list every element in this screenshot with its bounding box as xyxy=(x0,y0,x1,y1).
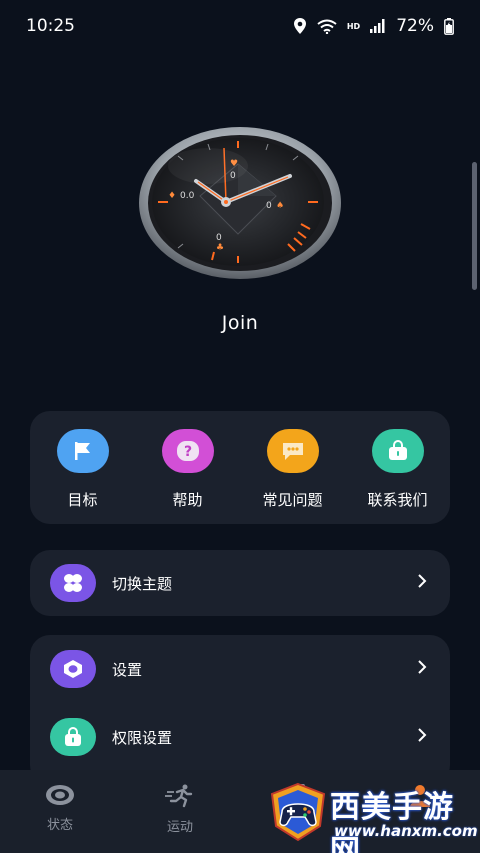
quick-action-help[interactable]: ? 帮助 xyxy=(135,411,240,524)
run-icon xyxy=(165,784,195,812)
quick-action-label: 常见问题 xyxy=(262,491,323,509)
watch-readout-cal: 0 xyxy=(266,201,272,211)
chat-icon xyxy=(266,429,319,473)
quick-action-label: 联系我们 xyxy=(367,491,428,509)
watch-face[interactable]: ♥ 0 ♦ 0.0 0 ♠ 0 ♣ xyxy=(138,126,342,280)
watch-readout-steps: 0 xyxy=(216,233,222,243)
theme-label: 切换主题 xyxy=(112,574,173,593)
network-type: HD xyxy=(346,21,361,31)
svg-text:?: ? xyxy=(183,444,191,460)
status-icon xyxy=(44,784,76,810)
svg-text:♠: ♠ xyxy=(276,201,284,211)
device-name: Join xyxy=(221,312,259,334)
quick-action-goal[interactable]: 目标 xyxy=(30,411,135,524)
status-bar: 10:25 HD 72% xyxy=(0,0,480,52)
nav-label: 运动 xyxy=(166,820,193,835)
battery-percent: 72% xyxy=(396,16,434,36)
permissions-row[interactable]: 权限设置 xyxy=(30,703,450,771)
scrollbar[interactable] xyxy=(472,162,477,290)
watermark-title: 西美手游网 xyxy=(330,790,454,853)
settings-label: 设置 xyxy=(112,660,143,679)
watch-readout-distance: 0.0 xyxy=(180,191,195,201)
theme-card: 切换主题 xyxy=(30,550,450,616)
signal-icon xyxy=(370,19,386,33)
chevron-right-icon xyxy=(416,659,428,679)
watermark: 西美手游网 www.hanxm.com xyxy=(268,776,480,853)
status-icons: HD 72% xyxy=(293,16,454,36)
status-time: 10:25 xyxy=(26,16,75,36)
theme-icon xyxy=(50,564,96,602)
location-icon xyxy=(293,18,307,34)
flag-icon xyxy=(56,429,109,473)
chevron-right-icon xyxy=(416,727,428,747)
settings-card: 设置 权限设置 xyxy=(30,635,450,785)
quick-action-faq[interactable]: 常见问题 xyxy=(240,411,345,524)
quick-action-label: 目标 xyxy=(67,491,98,509)
settings-icon xyxy=(50,650,96,688)
svg-text:♣: ♣ xyxy=(216,243,224,253)
chevron-right-icon xyxy=(416,573,428,593)
lock-icon xyxy=(50,718,96,756)
quick-action-contact[interactable]: 联系我们 xyxy=(345,411,450,524)
settings-row[interactable]: 设置 xyxy=(30,635,450,703)
permissions-label: 权限设置 xyxy=(112,728,173,747)
wifi-icon xyxy=(317,19,337,34)
gamepad-logo-icon xyxy=(268,782,328,846)
svg-text:♦: ♦ xyxy=(168,191,176,201)
watermark-url: www.hanxm.com xyxy=(334,822,478,840)
theme-row[interactable]: 切换主题 xyxy=(30,550,450,616)
battery-icon xyxy=(444,17,454,35)
quick-actions-card: 目标 ? 帮助 常见问题 联系我们 xyxy=(30,411,450,524)
nav-status[interactable]: 状态 xyxy=(0,770,120,853)
nav-label: 状态 xyxy=(46,818,73,833)
bag-icon xyxy=(371,429,424,473)
question-icon: ? xyxy=(161,429,214,473)
quick-action-label: 帮助 xyxy=(172,491,203,509)
nav-sport[interactable]: 运动 xyxy=(120,770,240,853)
